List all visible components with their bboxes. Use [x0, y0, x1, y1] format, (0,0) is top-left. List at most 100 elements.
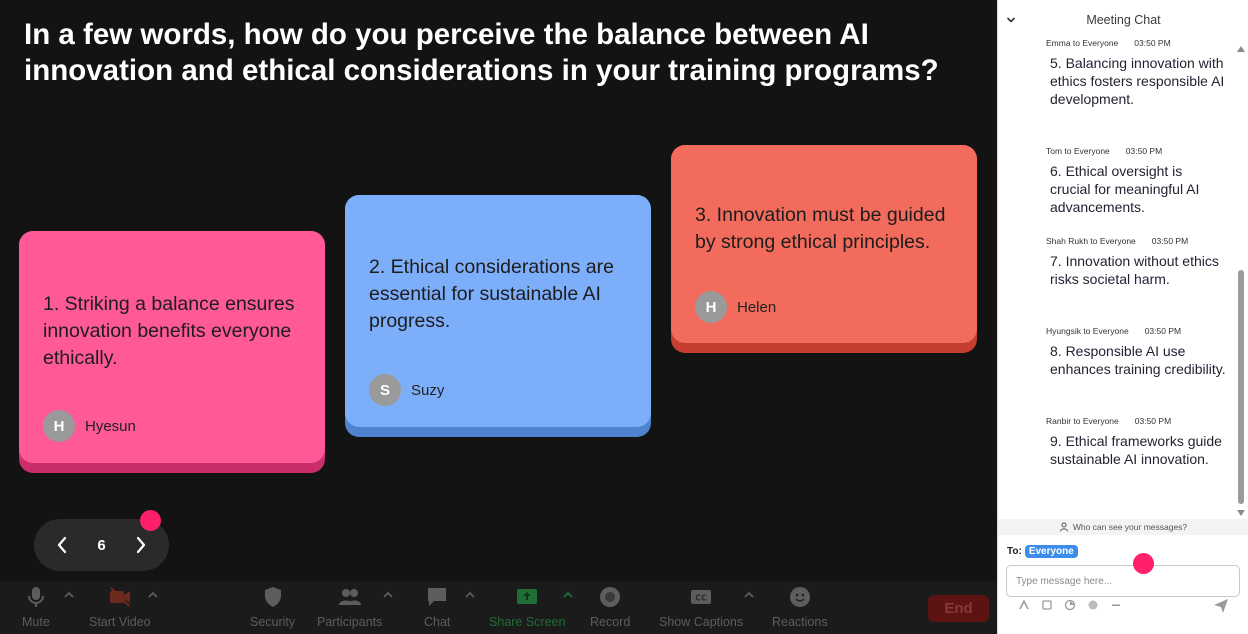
- card-face: 2. Ethical considerations are essential …: [345, 195, 651, 427]
- more-icon[interactable]: [1110, 599, 1122, 611]
- message-text: 7. Innovation without ethics risks socie…: [1050, 253, 1219, 288]
- chevron-up-icon[interactable]: [562, 589, 574, 601]
- author-name: Suzy: [411, 381, 445, 399]
- message-text: 9. Ethical frameworks guide sustainable …: [1050, 433, 1222, 468]
- card-face: 3. Innovation must be guided by strong e…: [671, 145, 977, 343]
- share-screen-button[interactable]: Share Screen: [489, 585, 565, 629]
- message-time: 03:50 PM: [1134, 416, 1172, 426]
- message-time: 03:50 PM: [1144, 326, 1182, 336]
- card-author: S Suzy: [369, 374, 444, 406]
- message-meta: Ranbir to Everyone 03:50 PM: [1046, 416, 1226, 426]
- chat-message-list: Emma to Everyone 03:50 PM 5. Balancing in…: [998, 36, 1234, 520]
- message-sender: Tom to Everyone: [1046, 146, 1110, 156]
- participants-icon: [338, 589, 361, 605]
- message-text: 8. Responsible AI use enhances training …: [1050, 343, 1226, 378]
- card-text: 2. Ethical considerations are essential …: [369, 256, 614, 332]
- share-screen-icon: [517, 589, 538, 604]
- chevron-right-icon: [136, 536, 146, 554]
- slide-number: 6: [97, 536, 106, 554]
- message-time: 03:50 PM: [1134, 38, 1171, 48]
- avatar: H: [695, 291, 727, 323]
- card-author: H Hyesun: [43, 410, 136, 442]
- author-name: Helen: [737, 298, 777, 316]
- chat-message: Tom to Everyone 03:50 PM 6. Ethical overs…: [1046, 146, 1226, 217]
- who-can-see-label: Who can see your messages?: [1072, 522, 1188, 532]
- chevron-up-icon[interactable]: [464, 589, 476, 601]
- author-name: Hyesun: [85, 417, 136, 435]
- record-label: Record: [590, 615, 631, 629]
- chevron-up-icon[interactable]: [147, 589, 159, 601]
- who-can-see-link[interactable]: Who can see your messages?: [998, 519, 1248, 535]
- cursor-indicator: [140, 510, 161, 531]
- start-video-label: Start Video: [89, 615, 151, 629]
- security-button[interactable]: Security: [250, 585, 295, 629]
- card-text: 1. Striking a balance ensures innovation…: [43, 293, 295, 369]
- chat-message: Ranbir to Everyone 03:50 PM 9. Ethical fr…: [1046, 416, 1226, 468]
- message-sender: Emma to Everyone: [1046, 38, 1119, 48]
- participants-button[interactable]: Participants: [317, 585, 382, 629]
- meeting-toolbar: Mute Start Video Security Participants C…: [0, 581, 997, 634]
- message-text: 6. Ethical oversight is crucial for mean…: [1050, 163, 1200, 216]
- chat-bubble-icon: [428, 588, 447, 606]
- recipient-row: To: Everyone: [1007, 545, 1078, 558]
- meeting-chat-panel: Meeting Chat Emma to Everyone 03:50 PM 5.…: [997, 0, 1248, 634]
- chevron-up-icon[interactable]: [382, 589, 394, 601]
- message-sender: Shah Rukh to Everyone: [1046, 236, 1136, 246]
- response-card-2[interactable]: 2. Ethical considerations are essential …: [345, 195, 651, 437]
- mute-button[interactable]: Mute: [22, 585, 50, 629]
- chevron-up-icon[interactable]: [743, 589, 755, 601]
- end-meeting-button[interactable]: End: [928, 595, 989, 622]
- recipient-selector[interactable]: Everyone: [1024, 545, 1078, 558]
- message-meta: Tom to Everyone 03:50 PM: [1046, 146, 1226, 156]
- scrollbar-thumb[interactable]: [1238, 270, 1244, 504]
- question-title: In a few words, how do you perceive the …: [24, 18, 939, 87]
- start-video-button[interactable]: Start Video: [89, 585, 151, 629]
- message-sender: Hyungsik to Everyone: [1046, 326, 1129, 336]
- captions-icon: CC: [691, 590, 712, 604]
- card-author: H Helen: [695, 291, 776, 323]
- send-icon[interactable]: [1213, 598, 1229, 614]
- chevron-left-icon: [57, 536, 67, 554]
- file-icon[interactable]: [1064, 599, 1076, 611]
- next-slide-button[interactable]: [131, 535, 151, 555]
- chat-header: Meeting Chat: [998, 0, 1248, 40]
- chat-label: Chat: [424, 615, 451, 629]
- participants-label: Participants: [317, 615, 383, 629]
- chat-message: Emma to Everyone 03:50 PM 5. Balancing in…: [1046, 38, 1226, 109]
- message-time: 03:50 PM: [1125, 146, 1163, 156]
- message-meta: Hyungsik to Everyone 03:50 PM: [1046, 326, 1226, 336]
- show-captions-button[interactable]: CC Show Captions: [659, 585, 743, 629]
- presentation-stage: In a few words, how do you perceive the …: [0, 0, 997, 634]
- smiley-icon: [789, 587, 810, 607]
- avatar: S: [369, 374, 401, 406]
- chat-button[interactable]: Chat: [424, 585, 450, 629]
- chat-message: Shah Rukh to Everyone 03:50 PM 7. Innovat…: [1046, 236, 1226, 288]
- person-icon: [1059, 522, 1068, 532]
- reactions-button[interactable]: Reactions: [772, 585, 828, 629]
- emoji-icon[interactable]: [1087, 599, 1099, 611]
- card-text: 3. Innovation must be guided by strong e…: [695, 204, 946, 253]
- video-off-icon: [109, 587, 130, 607]
- avatar: H: [43, 410, 75, 442]
- chat-message: Hyungsik to Everyone 03:50 PM 8. Responsi…: [1046, 326, 1226, 378]
- chevron-up-icon[interactable]: [63, 589, 75, 601]
- message-time: 03:50 PM: [1151, 236, 1189, 246]
- response-card-3[interactable]: 3. Innovation must be guided by strong e…: [671, 145, 977, 353]
- cursor-indicator: [1133, 553, 1154, 574]
- svg-text:CC: CC: [695, 594, 707, 603]
- record-button[interactable]: Record: [590, 585, 630, 629]
- mute-label: Mute: [22, 615, 50, 629]
- message-text: 5. Balancing innovation with ethics fost…: [1050, 55, 1225, 108]
- chat-format-tools: [1018, 599, 1122, 611]
- chat-title: Meeting Chat: [1086, 13, 1161, 27]
- format-icon[interactable]: [1018, 599, 1030, 611]
- screenshot-icon[interactable]: [1041, 599, 1053, 611]
- message-meta: Shah Rukh to Everyone 03:50 PM: [1046, 236, 1226, 246]
- show-captions-label: Show Captions: [659, 615, 744, 629]
- share-screen-label: Share Screen: [489, 615, 566, 629]
- record-icon: [600, 587, 621, 607]
- previous-slide-button[interactable]: [52, 535, 72, 555]
- microphone-icon: [27, 587, 44, 607]
- chat-message-input[interactable]: [1006, 565, 1240, 597]
- response-card-1[interactable]: 1. Striking a balance ensures innovation…: [19, 231, 325, 473]
